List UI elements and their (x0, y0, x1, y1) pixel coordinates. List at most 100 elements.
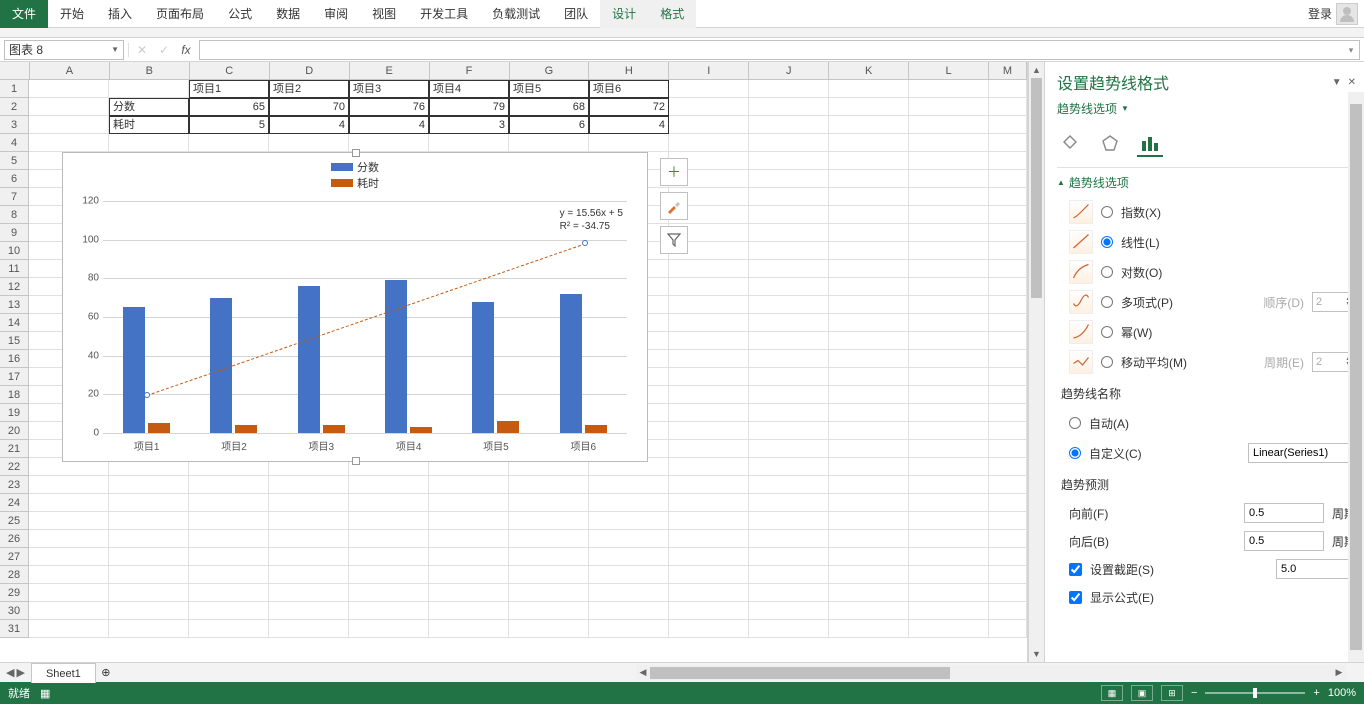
cell[interactable] (349, 134, 429, 152)
cell[interactable] (749, 548, 829, 566)
cell[interactable] (669, 80, 749, 98)
hscroll-left-icon[interactable]: ◀ (636, 667, 650, 678)
cell[interactable] (989, 422, 1027, 440)
cell[interactable] (989, 188, 1027, 206)
col-H[interactable]: H (589, 62, 669, 79)
cell[interactable] (909, 368, 989, 386)
cell[interactable]: 79 (429, 98, 509, 116)
cell[interactable] (669, 458, 749, 476)
col-K[interactable]: K (829, 62, 909, 79)
scroll-down-icon[interactable]: ▼ (1029, 646, 1044, 662)
col-L[interactable]: L (909, 62, 989, 79)
row-10[interactable]: 10 (0, 242, 29, 260)
intercept-input[interactable] (1276, 559, 1356, 579)
hscroll-right-icon[interactable]: ▶ (1332, 667, 1346, 678)
trend-type-radio-5[interactable] (1101, 356, 1113, 368)
cell[interactable] (349, 530, 429, 548)
cell[interactable] (989, 170, 1027, 188)
fx-icon[interactable]: fx (177, 43, 195, 57)
cell[interactable] (269, 530, 349, 548)
cell[interactable] (909, 620, 989, 638)
cell[interactable] (429, 494, 509, 512)
cell[interactable] (669, 602, 749, 620)
col-D[interactable]: D (270, 62, 350, 79)
bar-耗时-项目1[interactable] (148, 423, 170, 433)
cell[interactable] (989, 242, 1027, 260)
cell[interactable] (189, 566, 269, 584)
cell[interactable] (829, 350, 909, 368)
cell[interactable] (509, 530, 589, 548)
tab-design[interactable]: 设计 (600, 0, 648, 28)
cell[interactable] (909, 422, 989, 440)
cell[interactable] (109, 584, 189, 602)
cell[interactable] (989, 566, 1027, 584)
cell[interactable] (749, 152, 829, 170)
cell[interactable] (429, 530, 509, 548)
cell[interactable] (909, 188, 989, 206)
tab-format[interactable]: 格式 (648, 0, 696, 28)
col-B[interactable]: B (110, 62, 190, 79)
cell[interactable] (749, 98, 829, 116)
cell[interactable] (349, 548, 429, 566)
cell[interactable] (829, 458, 909, 476)
section-trendline-options[interactable]: ▲趋势线选项 (1057, 174, 1356, 191)
cell[interactable] (349, 602, 429, 620)
cell[interactable] (669, 314, 749, 332)
cell[interactable] (669, 98, 749, 116)
row-29[interactable]: 29 (0, 584, 29, 602)
row-25[interactable]: 25 (0, 512, 29, 530)
cell[interactable] (269, 476, 349, 494)
cell[interactable]: 项目1 (189, 80, 269, 98)
cell[interactable]: 4 (349, 116, 429, 134)
cell[interactable] (429, 476, 509, 494)
cell[interactable] (829, 152, 909, 170)
cell[interactable] (749, 476, 829, 494)
trend-type-radio-1[interactable] (1101, 236, 1113, 248)
col-A[interactable]: A (30, 62, 110, 79)
cell[interactable] (29, 566, 109, 584)
cell[interactable]: 项目4 (429, 80, 509, 98)
cell[interactable] (269, 602, 349, 620)
cell[interactable] (909, 530, 989, 548)
formula-input[interactable]: ▾ (199, 40, 1360, 60)
cell[interactable] (829, 296, 909, 314)
cell[interactable] (669, 422, 749, 440)
cell[interactable] (669, 440, 749, 458)
cell[interactable] (509, 494, 589, 512)
cell[interactable] (909, 98, 989, 116)
cell[interactable] (29, 80, 109, 98)
row-17[interactable]: 17 (0, 368, 29, 386)
cell[interactable] (189, 476, 269, 494)
cell[interactable] (989, 116, 1027, 134)
cell[interactable] (989, 476, 1027, 494)
cell[interactable] (589, 476, 669, 494)
cell[interactable] (669, 404, 749, 422)
cell[interactable] (669, 386, 749, 404)
cell[interactable] (589, 548, 669, 566)
cell[interactable] (189, 602, 269, 620)
cell[interactable] (429, 512, 509, 530)
tab-team[interactable]: 团队 (552, 0, 600, 28)
tab-home[interactable]: 开始 (48, 0, 96, 28)
cell[interactable] (269, 584, 349, 602)
cell[interactable] (749, 422, 829, 440)
cell[interactable] (989, 350, 1027, 368)
pane-tab-effects-icon[interactable] (1097, 131, 1123, 157)
cell[interactable] (909, 548, 989, 566)
cell[interactable] (989, 494, 1027, 512)
backward-input[interactable] (1244, 531, 1324, 551)
cell[interactable] (429, 548, 509, 566)
cell[interactable] (829, 422, 909, 440)
name-box-arrow-icon[interactable]: ▼ (111, 45, 119, 54)
view-pagebreak-icon[interactable]: ⊞ (1161, 685, 1183, 701)
cell[interactable] (749, 404, 829, 422)
cell[interactable] (109, 494, 189, 512)
cell[interactable] (909, 260, 989, 278)
cell[interactable] (189, 530, 269, 548)
cell[interactable] (109, 530, 189, 548)
cell[interactable] (829, 548, 909, 566)
cell[interactable] (269, 566, 349, 584)
cell[interactable] (749, 134, 829, 152)
cell[interactable] (509, 602, 589, 620)
row-24[interactable]: 24 (0, 494, 29, 512)
